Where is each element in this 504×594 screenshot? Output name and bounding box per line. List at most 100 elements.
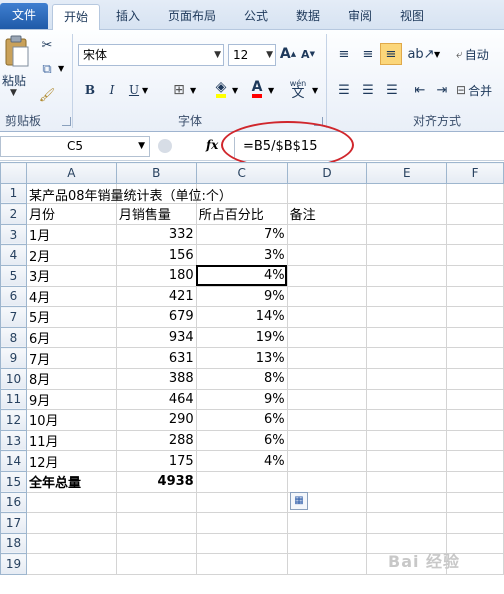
row-header[interactable]: 9	[0, 347, 27, 369]
copy-dropdown-icon[interactable]: ▼	[58, 64, 64, 73]
cell-d8[interactable]	[286, 326, 368, 349]
cell-c2[interactable]: 所占百分比	[195, 203, 288, 225]
cell-d6[interactable]	[286, 285, 368, 308]
cell-f3[interactable]	[446, 223, 504, 246]
cell-c15[interactable]	[195, 470, 288, 493]
align-right-icon[interactable]: ☰	[382, 80, 402, 100]
column-header-f[interactable]: F	[446, 162, 504, 184]
cell-b11[interactable]: 464	[115, 388, 197, 411]
cell-e12[interactable]	[366, 409, 448, 431]
underline-dropdown-icon[interactable]: ▼	[142, 86, 148, 95]
cell-a7[interactable]: 5月	[25, 306, 117, 328]
orientation-icon[interactable]: ab↗	[407, 44, 434, 64]
cell-b18[interactable]	[115, 532, 197, 555]
insert-function-button[interactable]: fx	[206, 138, 218, 152]
cell-f5[interactable]	[446, 264, 504, 287]
cell-c18[interactable]	[195, 532, 288, 555]
row-header[interactable]: 16	[0, 491, 27, 514]
cell-c19[interactable]	[195, 553, 288, 575]
row-header[interactable]: 17	[0, 512, 27, 534]
row-header[interactable]: 4	[0, 244, 27, 266]
cell-f12[interactable]	[446, 409, 504, 431]
font-color-button[interactable]: A	[248, 78, 266, 100]
grow-font-button[interactable]: A ▲	[280, 44, 296, 64]
cell-e5[interactable]	[366, 264, 448, 287]
cell-e7[interactable]	[366, 306, 448, 328]
cell-d13[interactable]	[286, 429, 368, 452]
cell-c7[interactable]: 14%	[195, 306, 288, 328]
cell-c8[interactable]: 19%	[195, 326, 288, 349]
cell-a5[interactable]: 3月	[25, 264, 117, 287]
tab-data[interactable]: 数据	[286, 4, 330, 30]
select-all-corner[interactable]	[0, 162, 27, 184]
italic-button[interactable]: I	[104, 80, 120, 100]
cell-a17[interactable]	[25, 512, 117, 534]
align-bottom-icon[interactable]: ≡	[380, 43, 402, 65]
shrink-font-button[interactable]: A ▼	[300, 44, 316, 64]
cell-a19[interactable]	[25, 553, 117, 575]
cell-d11[interactable]	[286, 388, 368, 411]
row-header[interactable]: 12	[0, 409, 27, 431]
row-header[interactable]: 6	[0, 285, 27, 308]
cell-d1[interactable]	[286, 182, 368, 205]
cell-f13[interactable]	[446, 429, 504, 452]
cell-b3[interactable]: 332	[115, 223, 197, 246]
tab-file[interactable]: 文件	[0, 3, 48, 29]
paste-options-icon[interactable]: ▦	[290, 492, 308, 510]
row-header[interactable]: 2	[0, 203, 27, 225]
cell-d18[interactable]	[286, 532, 368, 555]
cell-f17[interactable]	[446, 512, 504, 534]
phonetic-button[interactable]: wén 文	[286, 76, 310, 102]
row-header[interactable]: 7	[0, 306, 27, 328]
cell-d9[interactable]	[286, 347, 368, 369]
cell-e13[interactable]	[366, 429, 448, 452]
cell-c17[interactable]	[195, 512, 288, 534]
cell-f7[interactable]	[446, 306, 504, 328]
cell-a14[interactable]: 12月	[25, 450, 117, 472]
tab-insert[interactable]: 插入	[104, 4, 152, 30]
cell-f11[interactable]	[446, 388, 504, 411]
bold-button[interactable]: B	[82, 80, 98, 100]
row-header[interactable]: 13	[0, 429, 27, 452]
cell-a9[interactable]: 7月	[25, 347, 117, 369]
cell-f14[interactable]	[446, 450, 504, 472]
paste-label[interactable]: 粘贴	[2, 72, 26, 89]
cell-a15[interactable]: 全年总量	[25, 470, 117, 493]
cell-f1[interactable]	[446, 182, 504, 205]
name-box[interactable]: C5 ▼	[0, 136, 150, 157]
cell-a1[interactable]: 某产品08年销量统计表（单位:个）	[25, 182, 232, 205]
cell-f16[interactable]	[446, 491, 504, 514]
cell-d2[interactable]: 备注	[286, 203, 368, 225]
cell-f10[interactable]	[446, 367, 504, 390]
cell-a8[interactable]: 6月	[25, 326, 117, 349]
cell-a11[interactable]: 9月	[25, 388, 117, 411]
cell-b6[interactable]: 421	[115, 285, 197, 308]
column-header-d[interactable]: D	[286, 162, 368, 184]
cell-e8[interactable]	[366, 326, 448, 349]
cell-e4[interactable]	[366, 244, 448, 266]
expand-handle-icon[interactable]	[158, 139, 172, 153]
cell-e16[interactable]	[366, 491, 448, 514]
row-header[interactable]: 19	[0, 553, 27, 575]
cell-b19[interactable]	[115, 553, 197, 575]
orientation-dropdown-icon[interactable]: ▼	[434, 50, 440, 59]
cell-b5[interactable]: 180	[115, 264, 197, 287]
cell-b9[interactable]: 631	[115, 347, 197, 369]
tab-review[interactable]: 审阅	[338, 4, 382, 30]
cell-d4[interactable]	[286, 244, 368, 266]
row-header[interactable]: 18	[0, 532, 27, 555]
row-header[interactable]: 1	[0, 182, 27, 205]
row-header[interactable]: 15	[0, 470, 27, 493]
cell-c6[interactable]: 9%	[195, 285, 288, 308]
cell-a6[interactable]: 4月	[25, 285, 117, 308]
cell-e14[interactable]	[366, 450, 448, 472]
tab-home[interactable]: 开始	[52, 4, 100, 31]
cell-d10[interactable]	[286, 367, 368, 390]
cell-a2[interactable]: 月份	[25, 203, 117, 225]
column-header-a[interactable]: A	[25, 162, 117, 184]
cell-b7[interactable]: 679	[115, 306, 197, 328]
cell-e3[interactable]	[366, 223, 448, 246]
cell-b14[interactable]: 175	[115, 450, 197, 472]
fill-color-icon[interactable]: ◈	[212, 78, 230, 100]
fill-color-dropdown-icon[interactable]: ▼	[232, 86, 238, 95]
